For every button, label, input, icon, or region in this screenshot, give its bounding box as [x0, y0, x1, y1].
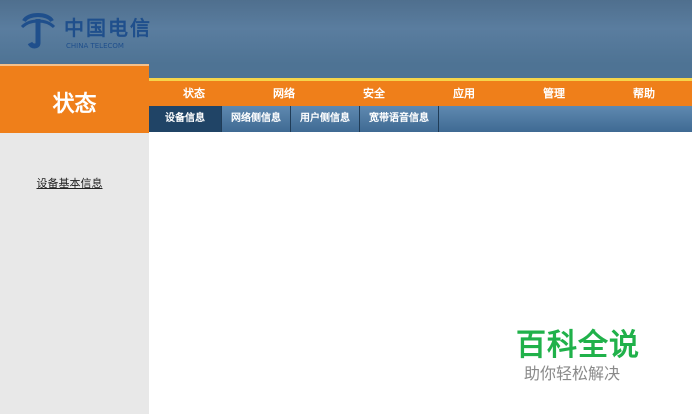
nav-item-help[interactable]: 帮助: [599, 81, 689, 106]
logo-chinese-text: 中国电信: [64, 16, 152, 40]
logo-english-text: CHINA TELECOM: [66, 42, 124, 50]
tab-user-side-info[interactable]: 用户侧信息: [291, 106, 360, 132]
nav-item-management[interactable]: 管理: [509, 81, 599, 106]
nav-item-status[interactable]: 状态: [149, 81, 239, 106]
main-nav: 状态 网络 安全 应用 管理 帮助: [149, 81, 692, 106]
left-section-header: 状态: [0, 64, 149, 135]
sub-nav: 设备信息 网络侧信息 用户侧信息 宽带语音信息: [149, 106, 692, 132]
tab-broadband-voice-info[interactable]: 宽带语音信息: [360, 106, 439, 132]
telecom-logo-icon: [20, 13, 56, 49]
top-header: 中国电信 CHINA TELECOM: [0, 0, 692, 64]
watermark-title: 百科全说: [516, 328, 640, 363]
nav-item-network[interactable]: 网络: [239, 81, 329, 106]
nav-item-security[interactable]: 安全: [329, 81, 419, 106]
tab-device-info[interactable]: 设备信息: [149, 106, 222, 132]
tab-network-side-info[interactable]: 网络侧信息: [222, 106, 291, 132]
left-sidebar: 设备基本信息: [0, 133, 149, 414]
section-title: 状态: [52, 92, 97, 117]
nav-top-strip: [149, 64, 692, 78]
sidebar-link-device-basic-info[interactable]: 设备基本信息: [0, 175, 139, 191]
nav-item-application[interactable]: 应用: [419, 81, 509, 106]
watermark-subtitle: 助你轻松解决: [524, 364, 621, 383]
china-telecom-logo: 中国电信 CHINA TELECOM: [12, 6, 150, 56]
